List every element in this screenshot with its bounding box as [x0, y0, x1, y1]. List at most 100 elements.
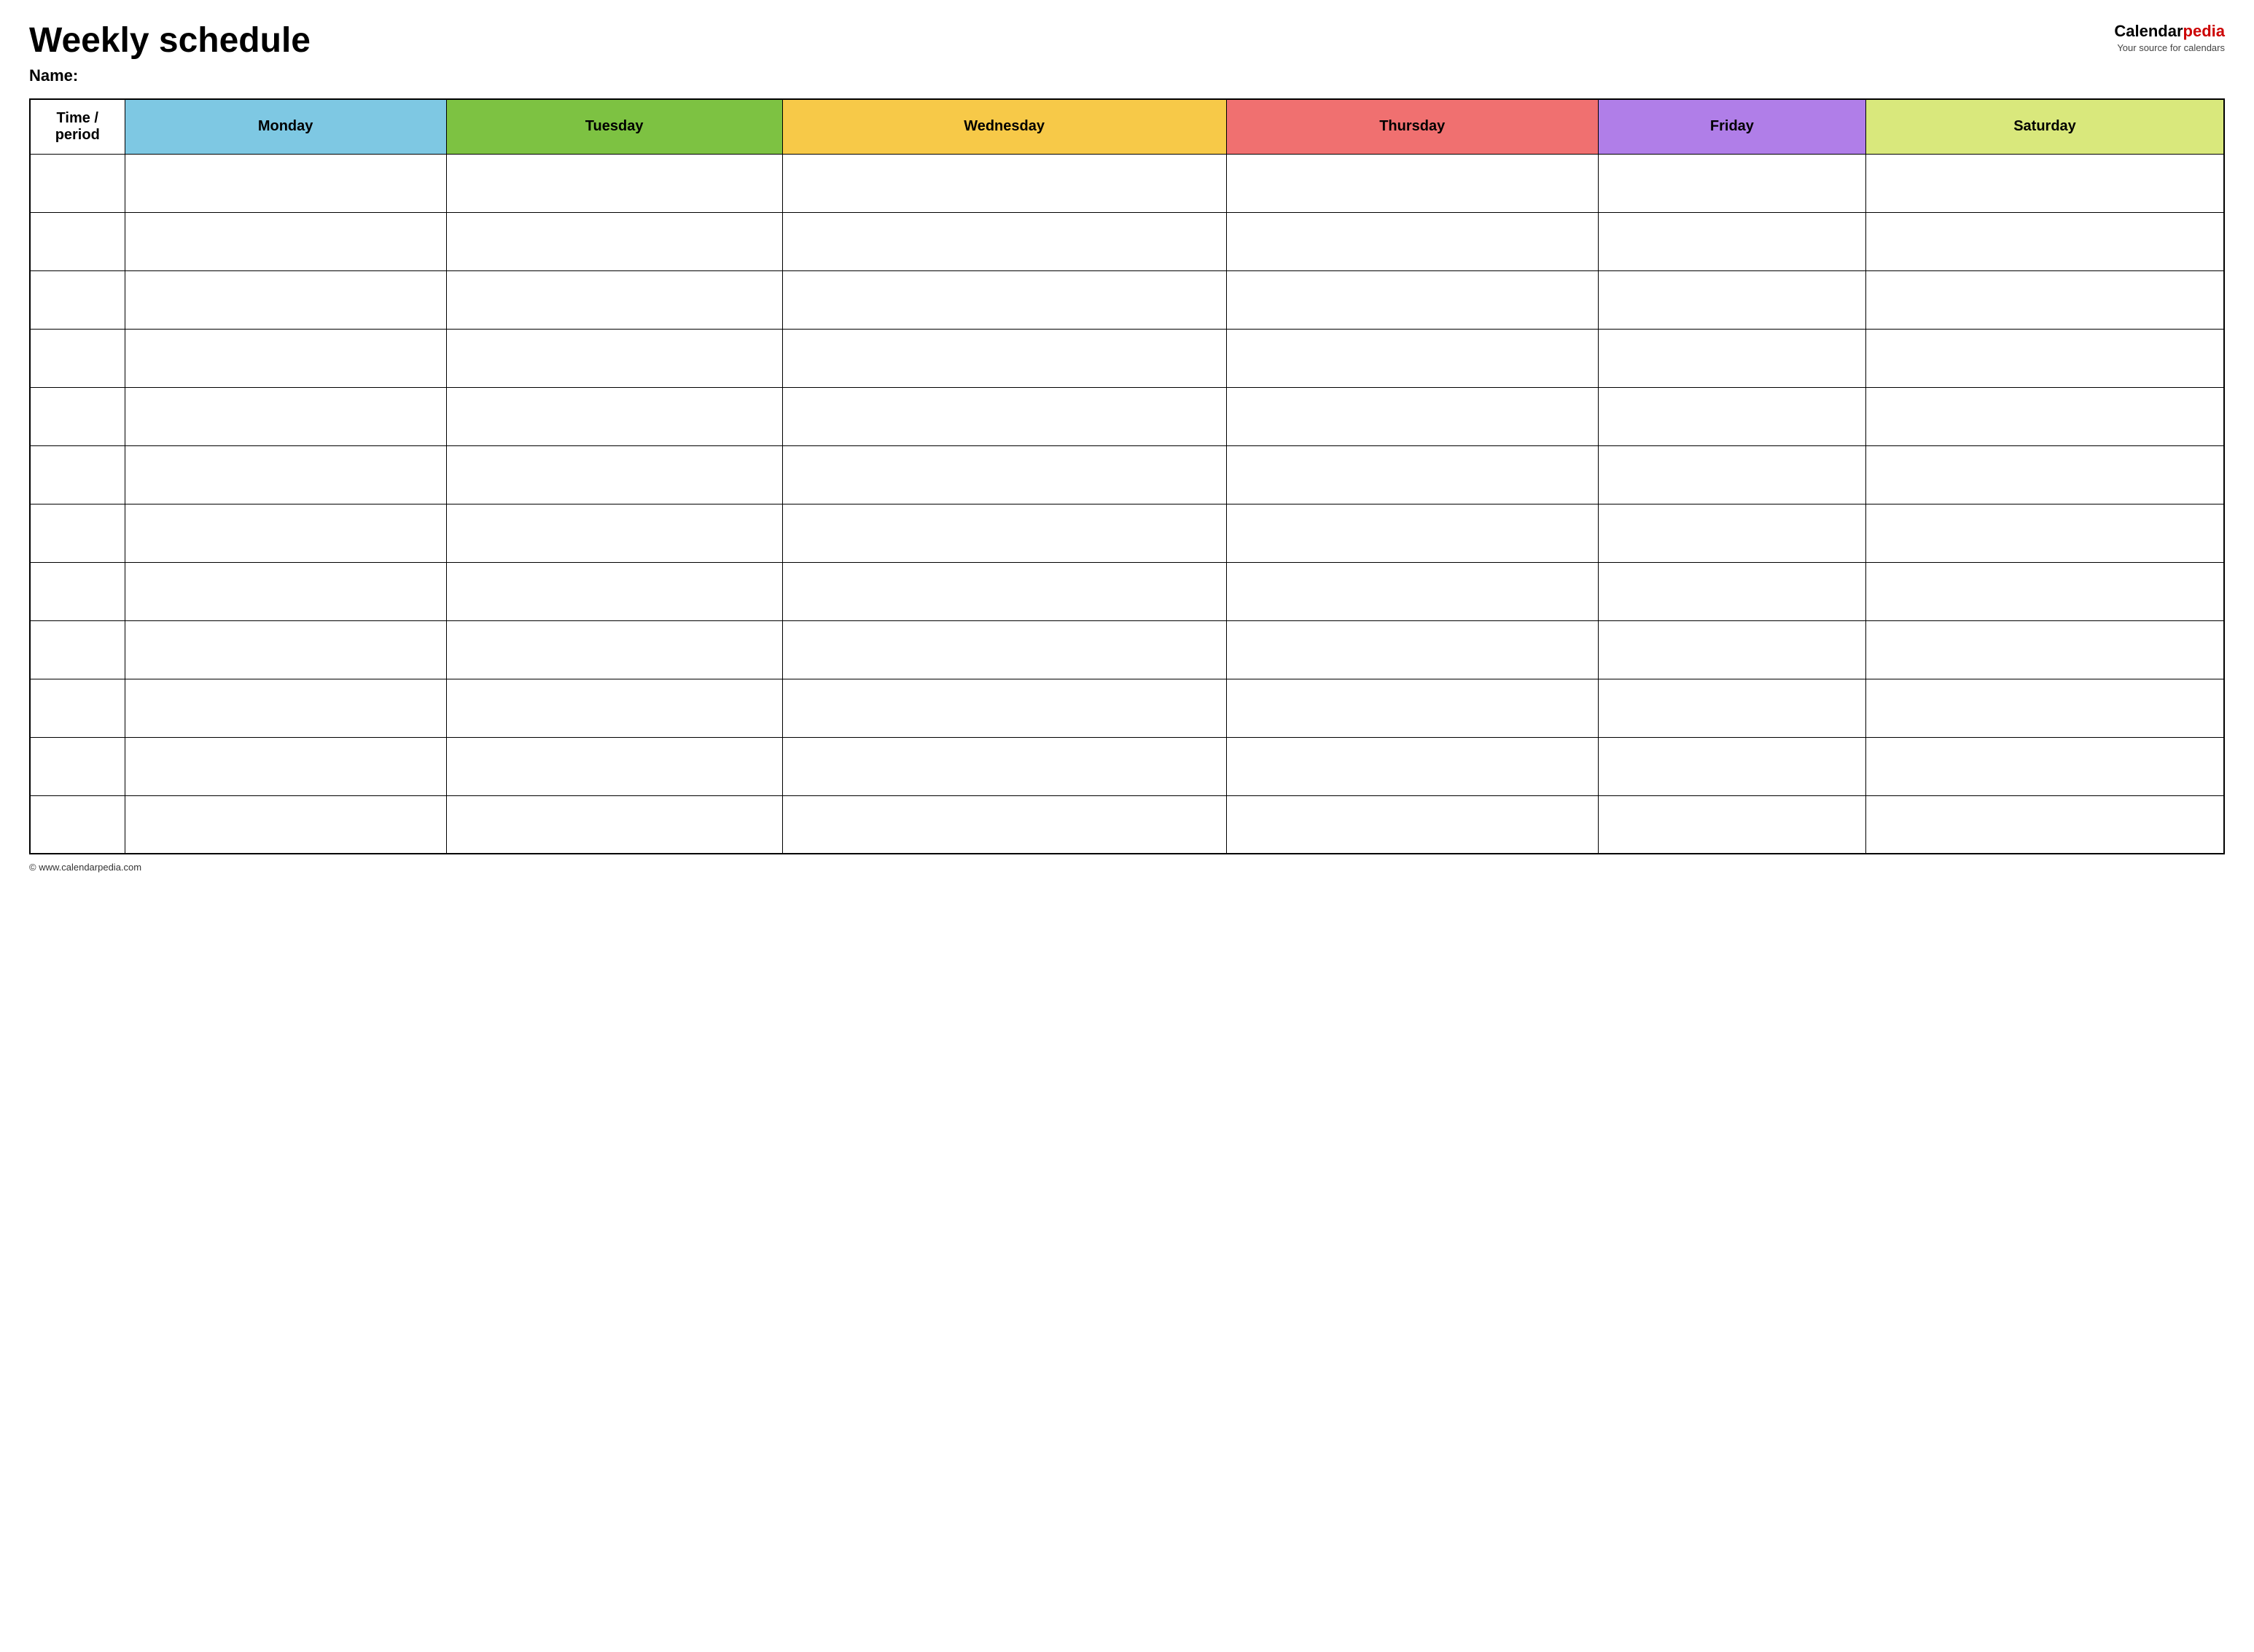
schedule-cell[interactable]	[446, 270, 782, 329]
col-header-tuesday: Tuesday	[446, 99, 782, 155]
logo-text: Calendarpedia	[2114, 22, 2225, 41]
page-header: Weekly schedule Name: Calendarpedia Your…	[29, 22, 2225, 85]
schedule-cell[interactable]	[1598, 679, 1865, 737]
schedule-cell[interactable]	[125, 387, 446, 445]
schedule-cell[interactable]	[125, 737, 446, 795]
time-cell[interactable]	[30, 445, 125, 504]
time-cell[interactable]	[30, 329, 125, 387]
schedule-cell[interactable]	[446, 387, 782, 445]
schedule-cell[interactable]	[1866, 737, 2224, 795]
schedule-cell[interactable]	[446, 620, 782, 679]
schedule-cell[interactable]	[446, 795, 782, 854]
schedule-cell[interactable]	[782, 387, 1226, 445]
table-row	[30, 329, 2224, 387]
schedule-cell[interactable]	[782, 737, 1226, 795]
schedule-cell[interactable]	[1598, 329, 1865, 387]
name-label: Name:	[29, 66, 311, 85]
schedule-cell[interactable]	[1226, 329, 1598, 387]
schedule-cell[interactable]	[125, 504, 446, 562]
schedule-cell[interactable]	[125, 212, 446, 270]
schedule-cell[interactable]	[125, 562, 446, 620]
table-row	[30, 445, 2224, 504]
time-cell[interactable]	[30, 679, 125, 737]
schedule-cell[interactable]	[1598, 737, 1865, 795]
schedule-cell[interactable]	[1226, 620, 1598, 679]
schedule-cell[interactable]	[1866, 562, 2224, 620]
table-row	[30, 620, 2224, 679]
schedule-cell[interactable]	[1226, 270, 1598, 329]
schedule-cell[interactable]	[1866, 154, 2224, 212]
schedule-cell[interactable]	[446, 679, 782, 737]
schedule-cell[interactable]	[1226, 445, 1598, 504]
schedule-cell[interactable]	[1598, 270, 1865, 329]
schedule-cell[interactable]	[1226, 212, 1598, 270]
time-cell[interactable]	[30, 795, 125, 854]
schedule-cell[interactable]	[1226, 387, 1598, 445]
schedule-cell[interactable]	[1598, 212, 1865, 270]
schedule-cell[interactable]	[125, 270, 446, 329]
schedule-cell[interactable]	[446, 212, 782, 270]
schedule-cell[interactable]	[1598, 795, 1865, 854]
schedule-cell[interactable]	[446, 154, 782, 212]
schedule-cell[interactable]	[782, 329, 1226, 387]
schedule-cell[interactable]	[1866, 679, 2224, 737]
schedule-cell[interactable]	[125, 329, 446, 387]
schedule-cell[interactable]	[782, 504, 1226, 562]
schedule-cell[interactable]	[446, 737, 782, 795]
schedule-cell[interactable]	[125, 445, 446, 504]
schedule-cell[interactable]	[1598, 154, 1865, 212]
time-cell[interactable]	[30, 212, 125, 270]
table-row	[30, 154, 2224, 212]
schedule-cell[interactable]	[1598, 445, 1865, 504]
time-cell[interactable]	[30, 154, 125, 212]
schedule-cell[interactable]	[446, 329, 782, 387]
table-header-row: Time / period Monday Tuesday Wednesday T…	[30, 99, 2224, 155]
schedule-cell[interactable]	[1598, 562, 1865, 620]
schedule-cell[interactable]	[782, 270, 1226, 329]
schedule-cell[interactable]	[1226, 504, 1598, 562]
schedule-cell[interactable]	[125, 795, 446, 854]
schedule-cell[interactable]	[782, 212, 1226, 270]
schedule-cell[interactable]	[1226, 562, 1598, 620]
schedule-cell[interactable]	[125, 620, 446, 679]
schedule-cell[interactable]	[446, 504, 782, 562]
schedule-cell[interactable]	[1226, 679, 1598, 737]
table-row	[30, 270, 2224, 329]
schedule-cell[interactable]	[1866, 504, 2224, 562]
table-row	[30, 562, 2224, 620]
schedule-cell[interactable]	[782, 679, 1226, 737]
schedule-cell[interactable]	[1866, 329, 2224, 387]
table-row	[30, 504, 2224, 562]
schedule-cell[interactable]	[446, 562, 782, 620]
logo-section: Calendarpedia Your source for calendars	[2114, 22, 2225, 53]
time-cell[interactable]	[30, 562, 125, 620]
schedule-cell[interactable]	[1226, 154, 1598, 212]
schedule-cell[interactable]	[1866, 445, 2224, 504]
schedule-cell[interactable]	[1598, 620, 1865, 679]
schedule-cell[interactable]	[1226, 737, 1598, 795]
title-section: Weekly schedule Name:	[29, 22, 311, 85]
schedule-cell[interactable]	[1866, 270, 2224, 329]
time-cell[interactable]	[30, 387, 125, 445]
table-row	[30, 737, 2224, 795]
schedule-cell[interactable]	[782, 445, 1226, 504]
time-cell[interactable]	[30, 270, 125, 329]
schedule-cell[interactable]	[1226, 795, 1598, 854]
schedule-cell[interactable]	[125, 679, 446, 737]
schedule-cell[interactable]	[125, 154, 446, 212]
col-header-monday: Monday	[125, 99, 446, 155]
schedule-cell[interactable]	[782, 795, 1226, 854]
schedule-cell[interactable]	[1866, 795, 2224, 854]
schedule-cell[interactable]	[1866, 212, 2224, 270]
schedule-cell[interactable]	[782, 562, 1226, 620]
schedule-cell[interactable]	[1598, 504, 1865, 562]
schedule-cell[interactable]	[782, 620, 1226, 679]
schedule-cell[interactable]	[446, 445, 782, 504]
time-cell[interactable]	[30, 504, 125, 562]
time-cell[interactable]	[30, 620, 125, 679]
schedule-cell[interactable]	[782, 154, 1226, 212]
schedule-cell[interactable]	[1866, 387, 2224, 445]
time-cell[interactable]	[30, 737, 125, 795]
schedule-cell[interactable]	[1598, 387, 1865, 445]
schedule-cell[interactable]	[1866, 620, 2224, 679]
